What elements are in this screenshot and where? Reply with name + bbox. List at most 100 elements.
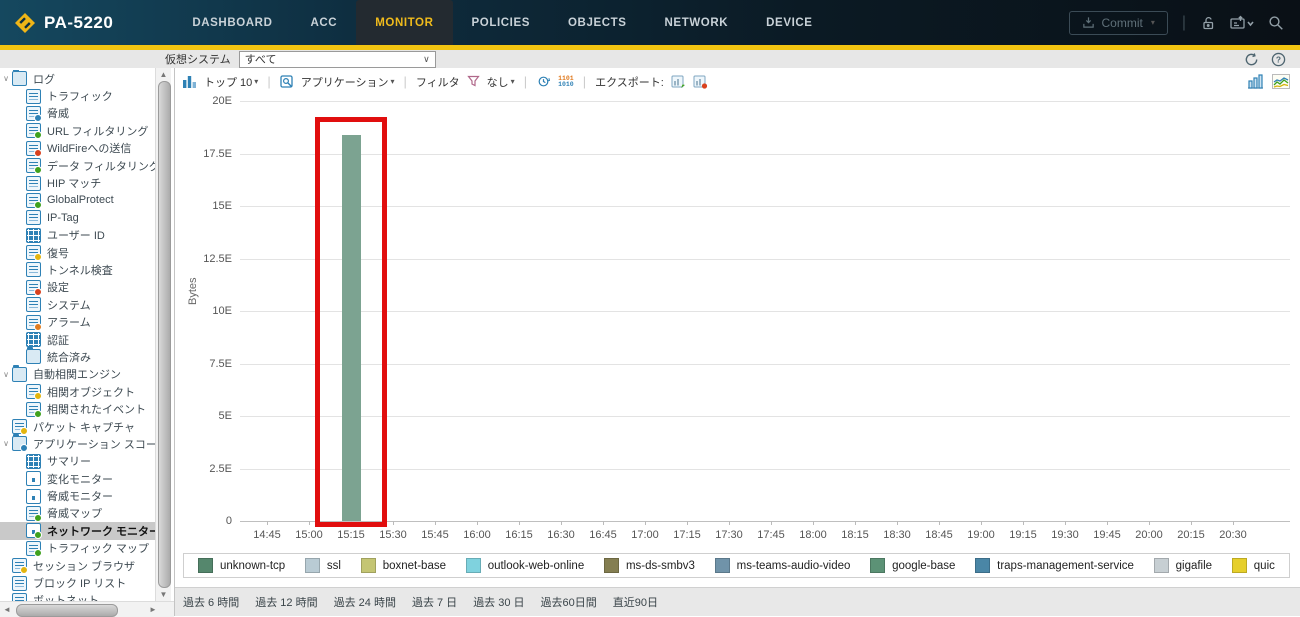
sidebar-item-label: データ フィルタリング — [47, 158, 155, 174]
sidebar-item-threat-monitor[interactable]: 脅威モニター — [0, 487, 155, 504]
sidebar-item-network-monitor[interactable]: ネットワーク モニター — [0, 522, 155, 539]
sidebar-item-ip-tag[interactable]: IP-Tag — [0, 209, 155, 226]
legend-item-ssl[interactable]: ssl — [305, 558, 341, 573]
sidebar-item-summary[interactable]: サマリー — [0, 453, 155, 470]
sidebar-item-authentication[interactable]: 認証 — [0, 331, 155, 348]
sidebar-item-session-browser[interactable]: セッション ブラウザ — [0, 557, 155, 574]
sidebar-item-tunnel-inspection[interactable]: トンネル検査 — [0, 261, 155, 278]
sidebar-item-globalprotect[interactable]: GlobalProtect — [0, 192, 155, 209]
tab-device[interactable]: DEVICE — [747, 0, 831, 45]
sidebar-item-automated-correlation-engine[interactable]: ∨自動相関エンジン — [0, 366, 155, 383]
x-tick-label: 15:15 — [329, 529, 373, 541]
filter-dropdown[interactable]: なし ▾ — [487, 74, 515, 90]
sidebar-vertical-scrollbar[interactable]: ▲ ▼ — [155, 68, 171, 601]
vsys-select[interactable]: すべて ∨ — [239, 51, 436, 68]
sidebar-item-alarms[interactable]: アラーム — [0, 313, 155, 330]
chevron-expand-icon[interactable]: ∨ — [0, 74, 12, 83]
sidebar-item-system[interactable]: システム — [0, 296, 155, 313]
x-tick-label: 20:00 — [1127, 529, 1171, 541]
x-tick-label: 18:45 — [917, 529, 961, 541]
y-tick-label: 10E — [180, 305, 232, 317]
sidebar-item-change-monitor[interactable]: 変化モニター — [0, 470, 155, 487]
sidebar-item-label: 設定 — [47, 279, 69, 295]
scroll-down-icon[interactable]: ▼ — [156, 588, 171, 601]
sidebar-item-label: ネットワーク モニター — [47, 523, 155, 539]
help-icon[interactable]: ? — [1271, 52, 1286, 67]
export-png-icon[interactable] — [671, 75, 686, 89]
sidebar-item-correlated-events[interactable]: 相関されたイベント — [0, 400, 155, 417]
sidebar-item-correlation-objects[interactable]: 相関オブジェクト — [0, 383, 155, 400]
gridline — [240, 206, 1290, 207]
time-range-link-6[interactable]: 直近90日 — [613, 594, 658, 610]
tab-objects[interactable]: OBJECTS — [549, 0, 646, 45]
legend-item-quic[interactable]: quic — [1232, 558, 1275, 573]
change-monitor-icon — [26, 471, 41, 486]
config-save-icon[interactable] — [1230, 15, 1254, 31]
scrollbar-thumb[interactable] — [158, 81, 171, 588]
scrollbar-thumb[interactable] — [16, 604, 118, 617]
sidebar-item-threat-map[interactable]: 脅威マップ — [0, 505, 155, 522]
globalprotect-icon — [26, 193, 41, 208]
chart-bar-unknown-tcp[interactable] — [342, 135, 361, 521]
sidebar-item-unified[interactable]: 統合済み — [0, 348, 155, 365]
sidebar-horizontal-scrollbar[interactable]: ◄ ► — [0, 601, 174, 617]
tab-policies[interactable]: POLICIES — [453, 0, 549, 45]
legend-item-gigafile[interactable]: gigafile — [1154, 558, 1212, 573]
scroll-up-icon[interactable]: ▲ — [156, 68, 171, 81]
legend-item-boxnet-base[interactable]: boxnet-base — [361, 558, 446, 573]
time-range-link-2[interactable]: 過去 24 時間 — [334, 594, 396, 610]
legend-item-unknown-tcp[interactable]: unknown-tcp — [198, 558, 285, 573]
tab-network[interactable]: NETWORK — [646, 0, 748, 45]
chevron-expand-icon[interactable]: ∨ — [0, 370, 12, 379]
sidebar-item-data-filtering[interactable]: データ フィルタリング — [0, 157, 155, 174]
commit-button[interactable]: Commit ▾ — [1069, 11, 1167, 35]
legend-item-ms-teams-audio-video[interactable]: ms-teams-audio-video — [715, 558, 851, 573]
chevron-expand-icon[interactable]: ∨ — [0, 439, 12, 448]
search-icon[interactable] — [1268, 15, 1284, 31]
chart-type-bar-icon[interactable] — [1247, 74, 1264, 89]
sidebar-item-decryption[interactable]: 復号 — [0, 244, 155, 261]
topn-dropdown[interactable]: トップ 10 ▾ — [204, 74, 258, 90]
legend-label: google-base — [892, 560, 955, 572]
sidebar-item-botnet[interactable]: ボットネット — [0, 592, 155, 601]
x-tick-label: 15:45 — [413, 529, 457, 541]
scroll-left-icon[interactable]: ◄ — [0, 602, 14, 617]
sidebar-item-user-id[interactable]: ユーザー ID — [0, 227, 155, 244]
set-time-icon[interactable] — [536, 74, 551, 89]
sidebar-item-wildfire-submissions[interactable]: WildFireへの送信 — [0, 140, 155, 157]
tab-monitor[interactable]: MONITOR — [356, 0, 452, 45]
vsys-selected-value: すべて — [245, 51, 277, 67]
sidebar-item-hip-match[interactable]: HIP マッチ — [0, 174, 155, 191]
time-range-link-5[interactable]: 過去60日間 — [541, 594, 597, 610]
sidebar-item-traffic-map[interactable]: トラフィック マップ — [0, 540, 155, 557]
sidebar-item-packet-capture[interactable]: パケット キャプチャ — [0, 418, 155, 435]
legend-swatch — [1232, 558, 1247, 573]
tab-dashboard[interactable]: DASHBOARD — [173, 0, 291, 45]
x-tick-mark — [981, 521, 982, 525]
unlock-icon[interactable] — [1200, 15, 1216, 31]
time-range-link-3[interactable]: 過去 7 日 — [412, 594, 457, 610]
sidebar-item-block-ip-list[interactable]: ブロック IP リスト — [0, 574, 155, 591]
group-by-dropdown[interactable]: アプリケーション ▾ — [301, 74, 395, 90]
scroll-right-icon[interactable]: ► — [146, 602, 160, 617]
tab-acc[interactable]: ACC — [292, 0, 357, 45]
sidebar-item-url-filtering[interactable]: URL フィルタリング — [0, 122, 155, 139]
sidebar-item-threat[interactable]: 脅威 — [0, 105, 155, 122]
legend-item-traps-management-service[interactable]: traps-management-service — [975, 558, 1134, 573]
time-range-link-4[interactable]: 過去 30 日 — [473, 594, 524, 610]
legend-item-google-base[interactable]: google-base — [870, 558, 955, 573]
gridline — [240, 311, 1290, 312]
sidebar-item-configuration[interactable]: 設定 — [0, 279, 155, 296]
chart-type-area-icon[interactable] — [1272, 74, 1290, 89]
time-range-link-0[interactable]: 過去 6 時間 — [183, 594, 239, 610]
legend-item-ms-ds-smbv3[interactable]: ms-ds-smbv3 — [604, 558, 695, 573]
sidebar-item-traffic[interactable]: トラフィック — [0, 87, 155, 104]
topn-label: トップ 10 — [204, 74, 252, 90]
export-pdf-icon[interactable] — [693, 75, 708, 89]
time-range-link-1[interactable]: 過去 12 時間 — [255, 594, 317, 610]
sidebar-item-logs[interactable]: ∨ログ — [0, 70, 155, 87]
legend-item-outlook-web-online[interactable]: outlook-web-online — [466, 558, 585, 573]
refresh-icon[interactable] — [1244, 52, 1259, 67]
sidebar-item-app-scope[interactable]: ∨アプリケーション スコープ — [0, 435, 155, 452]
raw-data-icon[interactable]: 1101 1010 — [558, 76, 574, 88]
